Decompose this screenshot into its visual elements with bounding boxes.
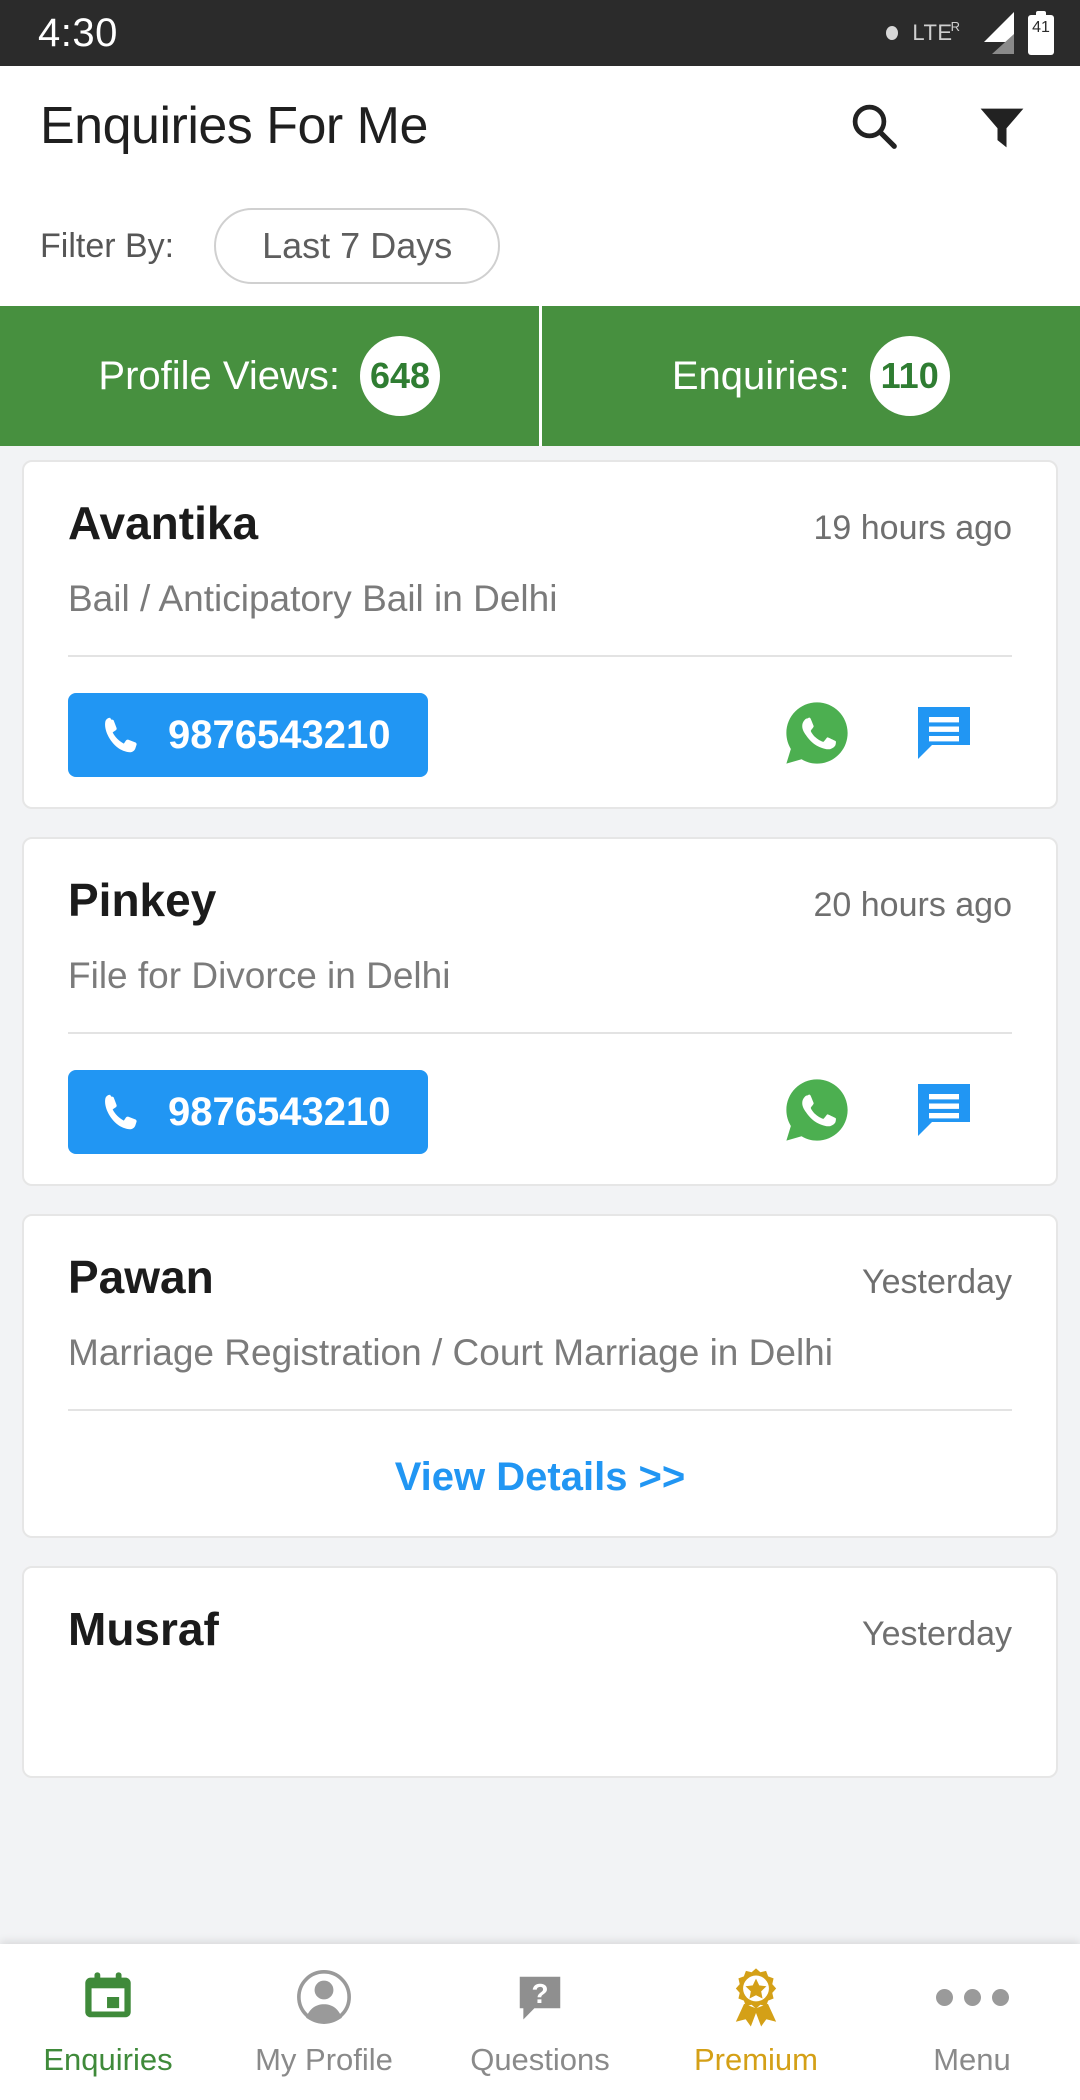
filter-button[interactable] xyxy=(970,94,1034,158)
sms-button[interactable] xyxy=(912,701,976,770)
app-bar-actions xyxy=(842,94,1034,158)
whatsapp-icon xyxy=(786,1079,848,1141)
network-type-indicator: LTE R xyxy=(912,19,962,45)
stat-enquiries[interactable]: Enquiries: 110 xyxy=(538,306,1080,446)
nav-item-enquiries[interactable]: Enquiries xyxy=(0,1944,216,2100)
contact-icons xyxy=(782,1075,1012,1150)
nav-label-questions: Questions xyxy=(470,2042,610,2077)
enquiry-subject: Bail / Anticipatory Bail in Delhi xyxy=(68,578,558,619)
enquiry-card-header: Musraf Yesterday xyxy=(68,1602,1012,1656)
contact-icons xyxy=(782,698,1012,773)
battery-icon: 41 xyxy=(1028,11,1054,55)
enquiry-time: 20 hours ago xyxy=(813,886,1013,925)
stat-profile-views-label: Profile Views: xyxy=(98,353,340,398)
filter-bar: Filter By: Last 7 Days xyxy=(0,186,1080,306)
filter-range-chip[interactable]: Last 7 Days xyxy=(214,208,501,284)
status-indicators: LTE R 41 xyxy=(886,11,1054,55)
enquiry-list: Avantika 19 hours ago Bail / Anticipator… xyxy=(0,446,1080,1779)
enquiry-name: Pawan xyxy=(68,1251,214,1304)
enquiry-name: Pinkey xyxy=(68,874,217,927)
nav-item-my-profile[interactable]: My Profile xyxy=(216,1944,432,2100)
sms-message-icon xyxy=(918,1083,970,1136)
enquiry-card-actions: 9876543210 xyxy=(68,1034,1012,1155)
stat-enquiries-label: Enquiries: xyxy=(671,353,850,398)
app-bar: Enquiries For Me xyxy=(0,66,1080,186)
network-type-label: LTE xyxy=(912,20,953,45)
question-bubble-icon: ? xyxy=(513,1966,567,2028)
enquiry-subject: Marriage Registration / Court Marriage i… xyxy=(68,1332,833,1374)
enquiry-card[interactable]: Pawan Yesterday Marriage Registration / … xyxy=(22,1214,1058,1539)
app-screen: 4:30 LTE R 41 Enquiries For Me Filter By… xyxy=(0,0,1080,2100)
call-button[interactable]: 9876543210 xyxy=(68,693,429,778)
person-circle-icon xyxy=(295,1966,353,2028)
call-button[interactable]: 9876543210 xyxy=(68,1070,429,1155)
funnel-filter-icon xyxy=(980,108,1024,148)
view-details-link[interactable]: View Details >> xyxy=(68,1411,1012,1506)
enquiry-card-header: Avantika 19 hours ago xyxy=(68,496,1012,550)
sms-button[interactable] xyxy=(912,1078,976,1147)
whatsapp-icon xyxy=(786,702,848,764)
enquiry-name: Avantika xyxy=(68,497,259,549)
nav-label-my-profile: My Profile xyxy=(255,2042,393,2077)
status-bar: 4:30 LTE R 41 xyxy=(0,0,1080,66)
more-dots-icon xyxy=(935,1966,1009,2028)
stat-enquiries-value: 110 xyxy=(869,336,950,416)
phone-icon xyxy=(105,717,137,753)
nav-item-menu[interactable]: Menu xyxy=(864,1944,1080,2100)
battery-level-label: 41 xyxy=(1032,19,1050,36)
filter-by-label: Filter By: xyxy=(40,226,175,265)
enquiry-card-actions: 9876543210 xyxy=(68,657,1012,778)
bottom-navigation: Enquiries My Profile ? Questions Premium… xyxy=(0,1944,1080,2100)
enquiry-time: Yesterday xyxy=(862,1263,1012,1302)
whatsapp-button[interactable] xyxy=(782,1075,852,1150)
enquiry-name: Musraf xyxy=(68,1603,219,1656)
status-time: 4:30 xyxy=(38,10,118,55)
nav-item-questions[interactable]: ? Questions xyxy=(432,1944,648,2100)
search-icon xyxy=(852,104,897,149)
nav-label-menu: Menu xyxy=(933,2042,1011,2077)
enquiry-time: Yesterday xyxy=(862,1615,1012,1654)
phone-icon xyxy=(105,1095,137,1130)
signal-strength-icon xyxy=(970,12,1014,54)
enquiry-card-header: Pawan Yesterday xyxy=(68,1250,1012,1304)
search-button[interactable] xyxy=(842,94,906,158)
call-button-number: 9876543210 xyxy=(168,713,391,758)
calendar-icon xyxy=(79,1966,137,2028)
enquiry-card[interactable]: Musraf Yesterday xyxy=(22,1566,1058,1779)
award-ribbon-icon xyxy=(725,1966,787,2028)
enquiry-card[interactable]: Avantika 19 hours ago Bail / Anticipator… xyxy=(22,460,1058,810)
nav-label-enquiries: Enquiries xyxy=(43,2042,173,2077)
enquiry-time: 19 hours ago xyxy=(813,509,1013,547)
nav-item-premium[interactable]: Premium xyxy=(648,1944,864,2100)
stats-bar: Profile Views: 648 Enquiries: 110 xyxy=(0,306,1080,446)
sms-message-icon xyxy=(918,706,970,759)
svg-text:?: ? xyxy=(531,1978,548,2009)
enquiry-card-header: Pinkey 20 hours ago xyxy=(68,873,1012,927)
enquiry-subject: File for Divorce in Delhi xyxy=(68,955,451,997)
stat-profile-views-value: 648 xyxy=(360,336,441,416)
stat-profile-views[interactable]: Profile Views: 648 xyxy=(0,306,539,446)
whatsapp-button[interactable] xyxy=(782,698,852,773)
enquiry-card[interactable]: Pinkey 20 hours ago File for Divorce in … xyxy=(22,837,1058,1187)
status-dot-icon xyxy=(886,26,899,40)
call-button-number: 9876543210 xyxy=(168,1090,391,1135)
roaming-indicator-label: R xyxy=(950,19,960,34)
nav-label-premium: Premium xyxy=(693,2042,818,2077)
page-title: Enquiries For Me xyxy=(40,97,428,155)
